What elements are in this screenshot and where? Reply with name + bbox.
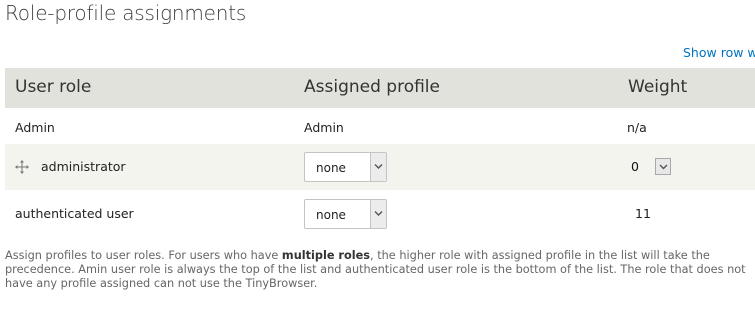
chevron-down-icon <box>655 158 671 175</box>
description-text: Assign profiles to user roles. For users… <box>5 249 755 291</box>
move-cross-icon[interactable] <box>15 160 29 174</box>
weight-select-administrator[interactable]: 0 <box>628 157 672 177</box>
weight-text: n/a <box>627 120 647 135</box>
role-name: administrator <box>41 159 126 174</box>
table-row-admin: Admin Admin n/a <box>5 108 755 144</box>
chevron-down-icon <box>370 153 386 181</box>
select-value: none <box>316 208 346 222</box>
description-part-1: Assign profiles to user roles. For users… <box>5 249 282 262</box>
select-value: none <box>316 161 346 175</box>
table-row-administrator: administrator none 0 <box>5 144 755 190</box>
profile-select-administrator[interactable]: none <box>304 152 387 182</box>
page-title: Role-profile assignments <box>5 1 247 25</box>
profile-select-authenticated-user[interactable]: none <box>304 199 387 229</box>
header-weight: Weight <box>628 77 688 97</box>
role-name: authenticated user <box>15 206 134 221</box>
table-header: User role Assigned profile Weight <box>5 68 755 108</box>
role-name: Admin <box>15 120 55 135</box>
table-row-authenticated-user: authenticated user none 11 <box>5 190 755 238</box>
page: Role-profile assignments Show row we Use… <box>0 0 755 309</box>
weight-text: 11 <box>635 206 651 221</box>
role-profile-table: User role Assigned profile Weight Admin … <box>5 68 755 238</box>
chevron-down-icon <box>370 200 386 228</box>
description-bold: multiple roles <box>281 249 371 262</box>
header-user-role: User role <box>15 77 92 97</box>
weight-select-value: 0 <box>631 159 639 174</box>
show-row-weights-link[interactable]: Show row we <box>683 45 755 60</box>
header-assigned-profile: Assigned profile <box>304 77 440 97</box>
assigned-profile-text: Admin <box>304 120 344 135</box>
